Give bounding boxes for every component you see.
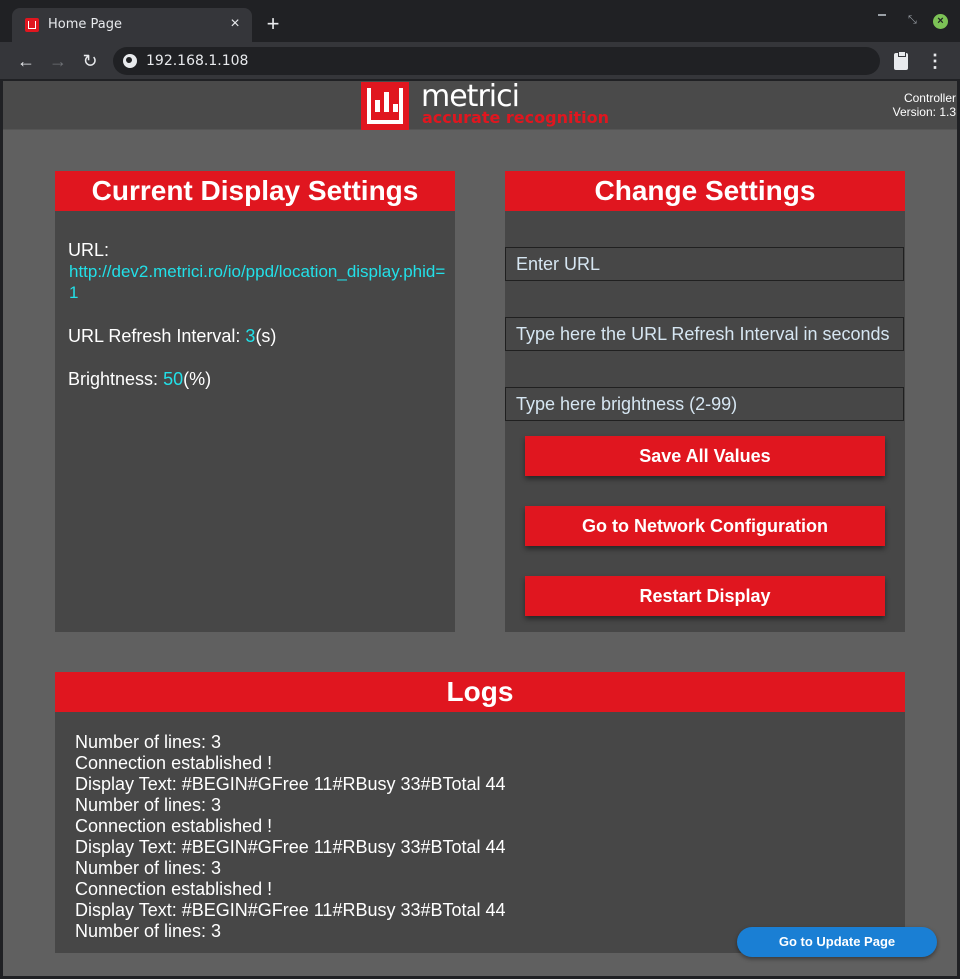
address-text[interactable]: 192.168.1.108 xyxy=(146,53,248,69)
refresh-interval-label: URL Refresh Interval: xyxy=(68,326,241,346)
window-close-icon[interactable]: × xyxy=(933,14,948,29)
refresh-interval-input[interactable] xyxy=(505,317,904,351)
current-settings-title: Current Display Settings xyxy=(55,171,455,211)
log-line: Number of lines: 3 xyxy=(75,732,222,752)
brightness-input[interactable] xyxy=(505,387,904,421)
brightness-label: Brightness: xyxy=(68,369,159,389)
reload-button[interactable]: ↻ xyxy=(79,50,101,72)
brightness-unit: (%) xyxy=(183,369,212,389)
refresh-interval-value: 3 xyxy=(245,326,256,346)
refresh-interval-row: URL Refresh Interval: 3(s) xyxy=(68,326,276,347)
tab-title: Home Page xyxy=(48,17,122,32)
brightness-row: Brightness: 50(%) xyxy=(68,369,211,390)
log-line: Connection established ! xyxy=(75,816,273,836)
globe-icon xyxy=(123,54,137,68)
new-tab-button[interactable]: + xyxy=(262,13,284,35)
logs-panel: Logs Number of lines: 3 Connection estab… xyxy=(55,672,905,953)
log-line: Display Text: #BEGIN#GFree 11#RBusy 33#B… xyxy=(75,774,506,794)
url-label: URL: xyxy=(68,240,110,260)
logo-tagline: accurate recognition xyxy=(422,108,609,127)
browser-tab[interactable]: Home Page × xyxy=(12,8,252,42)
refresh-interval-unit: (s) xyxy=(255,326,277,346)
browser-toolbar: ← → ↻ 192.168.1.108 ⋮ xyxy=(0,42,960,80)
log-list: Number of lines: 3 Connection establishe… xyxy=(75,732,506,942)
brightness-value: 50 xyxy=(163,369,184,389)
log-line: Display Text: #BEGIN#GFree 11#RBusy 33#B… xyxy=(75,837,506,857)
log-line: Number of lines: 3 xyxy=(75,795,222,815)
change-settings-panel: Change Settings Save All Values Go to Ne… xyxy=(505,171,905,632)
window-minimize-icon[interactable] xyxy=(878,14,886,16)
log-line: Display Text: #BEGIN#GFree 11#RBusy 33#B… xyxy=(75,900,506,920)
forward-button[interactable]: → xyxy=(47,50,69,72)
tab-close-icon[interactable]: × xyxy=(226,15,244,33)
save-all-values-button[interactable]: Save All Values xyxy=(525,436,885,476)
network-configuration-button[interactable]: Go to Network Configuration xyxy=(525,506,885,546)
browser-menu-icon[interactable]: ⋮ xyxy=(924,50,946,72)
log-line: Number of lines: 3 xyxy=(75,921,222,941)
log-line: Connection established ! xyxy=(75,753,273,773)
controller-label: Controller xyxy=(903,91,956,105)
update-page-button[interactable]: Go to Update Page xyxy=(737,927,937,957)
version-label: Version: 1.3 xyxy=(892,105,956,119)
back-button[interactable]: ← xyxy=(15,50,37,72)
log-line: Connection established ! xyxy=(75,879,273,899)
url-input[interactable] xyxy=(505,247,904,281)
url-value: http://dev2.metrici.ro/io/ppd/location_d… xyxy=(69,262,446,302)
browser-tab-strip: Home Page × + ⤡ × xyxy=(0,0,960,42)
clipboard-icon[interactable] xyxy=(894,51,908,70)
address-bar[interactable]: 192.168.1.108 xyxy=(113,47,880,75)
metrici-logo-icon xyxy=(361,82,409,130)
logs-title: Logs xyxy=(55,672,905,712)
metrici-favicon-icon xyxy=(25,18,39,32)
log-line: Number of lines: 3 xyxy=(75,858,222,878)
current-settings-panel: Current Display Settings URL: http://dev… xyxy=(55,171,455,632)
window-restore-icon[interactable]: ⤡ xyxy=(908,14,917,27)
page-body: metrici accurate recognition Controller … xyxy=(3,79,957,976)
controller-version: Controller Version: 1.3 xyxy=(893,91,956,119)
restart-display-button[interactable]: Restart Display xyxy=(525,576,885,616)
change-settings-title: Change Settings xyxy=(505,171,905,211)
site-header: metrici accurate recognition Controller … xyxy=(3,79,957,130)
